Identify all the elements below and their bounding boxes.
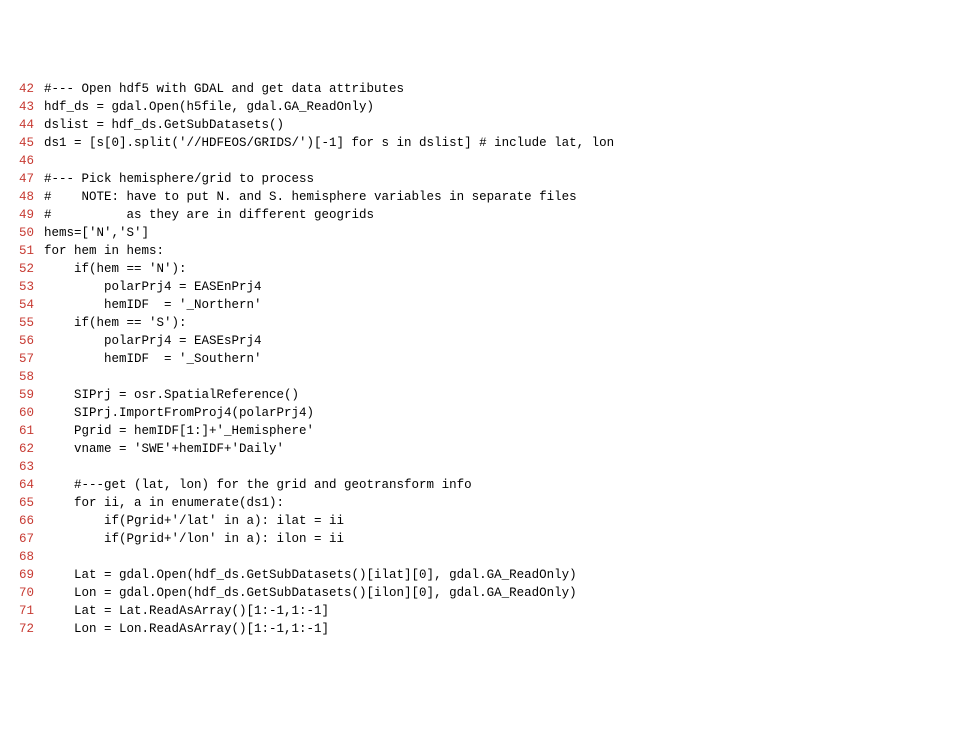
code-line: 46: [12, 152, 943, 170]
code-line: 61 Pgrid = hemIDF[1:]+'_Hemisphere': [12, 422, 943, 440]
line-text: Lat = gdal.Open(hdf_ds.GetSubDatasets()[…: [44, 566, 577, 584]
line-text: if(Pgrid+'/lon' in a): ilon = ii: [44, 530, 344, 548]
line-text: hdf_ds = gdal.Open(h5file, gdal.GA_ReadO…: [44, 98, 374, 116]
code-line: 45 ds1 = [s[0].split('//HDFEOS/GRIDS/')[-…: [12, 134, 943, 152]
line-number: 45: [12, 134, 34, 152]
code-line: 60 SIPrj.ImportFromProj4(polarPrj4): [12, 404, 943, 422]
line-text: hems=['N','S']: [44, 224, 149, 242]
code-line: 54 hemIDF = '_Northern': [12, 296, 943, 314]
code-line: 71 Lat = Lat.ReadAsArray()[1:-1,1:-1]: [12, 602, 943, 620]
line-number: 56: [12, 332, 34, 350]
line-text: for hem in hems:: [44, 242, 164, 260]
code-line: 52 if(hem == 'N'):: [12, 260, 943, 278]
line-text: for ii, a in enumerate(ds1):: [44, 494, 284, 512]
line-number: 51: [12, 242, 34, 260]
code-line: 49 # as they are in different geogrids: [12, 206, 943, 224]
line-text: SIPrj = osr.SpatialReference(): [44, 386, 299, 404]
line-number: 63: [12, 458, 34, 476]
line-number: 65: [12, 494, 34, 512]
line-number: 60: [12, 404, 34, 422]
code-line: 67 if(Pgrid+'/lon' in a): ilon = ii: [12, 530, 943, 548]
line-number: 62: [12, 440, 34, 458]
code-line: 47 #--- Pick hemisphere/grid to process: [12, 170, 943, 188]
line-text: if(hem == 'N'):: [44, 260, 187, 278]
line-number: 46: [12, 152, 34, 170]
line-number: 70: [12, 584, 34, 602]
line-number: 43: [12, 98, 34, 116]
code-line: 66 if(Pgrid+'/lat' in a): ilat = ii: [12, 512, 943, 530]
code-line: 42 #--- Open hdf5 with GDAL and get data …: [12, 80, 943, 98]
line-number: 52: [12, 260, 34, 278]
line-text: if(hem == 'S'):: [44, 314, 187, 332]
line-number: 44: [12, 116, 34, 134]
line-number: 50: [12, 224, 34, 242]
line-number: 55: [12, 314, 34, 332]
code-line: 50 hems=['N','S']: [12, 224, 943, 242]
line-number: 48: [12, 188, 34, 206]
code-line: 72 Lon = Lon.ReadAsArray()[1:-1,1:-1]: [12, 620, 943, 638]
line-number: 53: [12, 278, 34, 296]
code-line: 57 hemIDF = '_Southern': [12, 350, 943, 368]
code-line: 69 Lat = gdal.Open(hdf_ds.GetSubDatasets…: [12, 566, 943, 584]
line-text: Lon = gdal.Open(hdf_ds.GetSubDatasets()[…: [44, 584, 577, 602]
code-line: 62 vname = 'SWE'+hemIDF+'Daily': [12, 440, 943, 458]
line-number: 47: [12, 170, 34, 188]
line-text: #--- Open hdf5 with GDAL and get data at…: [44, 80, 404, 98]
line-text: #--- Pick hemisphere/grid to process: [44, 170, 314, 188]
line-text: # NOTE: have to put N. and S. hemisphere…: [44, 188, 577, 206]
line-text: polarPrj4 = EASEsPrj4: [44, 332, 262, 350]
line-number: 66: [12, 512, 34, 530]
line-number: 72: [12, 620, 34, 638]
code-line: 43 hdf_ds = gdal.Open(h5file, gdal.GA_Rea…: [12, 98, 943, 116]
line-number: 57: [12, 350, 34, 368]
line-number: 58: [12, 368, 34, 386]
line-number: 69: [12, 566, 34, 584]
line-text: Pgrid = hemIDF[1:]+'_Hemisphere': [44, 422, 314, 440]
code-line: 70 Lon = gdal.Open(hdf_ds.GetSubDatasets…: [12, 584, 943, 602]
line-number: 59: [12, 386, 34, 404]
code-line: 53 polarPrj4 = EASEnPrj4: [12, 278, 943, 296]
code-line: 64 #---get (lat, lon) for the grid and g…: [12, 476, 943, 494]
code-line: 48 # NOTE: have to put N. and S. hemisphe…: [12, 188, 943, 206]
code-line: 55 if(hem == 'S'):: [12, 314, 943, 332]
code-line: 51 for hem in hems:: [12, 242, 943, 260]
line-text: Lon = Lon.ReadAsArray()[1:-1,1:-1]: [44, 620, 329, 638]
code-block: 42 #--- Open hdf5 with GDAL and get data …: [12, 80, 943, 638]
code-line: 63: [12, 458, 943, 476]
code-line: 56 polarPrj4 = EASEsPrj4: [12, 332, 943, 350]
code-line: 65 for ii, a in enumerate(ds1):: [12, 494, 943, 512]
line-number: 54: [12, 296, 34, 314]
line-text: dslist = hdf_ds.GetSubDatasets(): [44, 116, 284, 134]
line-number: 61: [12, 422, 34, 440]
line-text: Lat = Lat.ReadAsArray()[1:-1,1:-1]: [44, 602, 329, 620]
line-number: 49: [12, 206, 34, 224]
code-line: 59 SIPrj = osr.SpatialReference(): [12, 386, 943, 404]
line-number: 67: [12, 530, 34, 548]
code-line: 58: [12, 368, 943, 386]
line-number: 68: [12, 548, 34, 566]
line-text: if(Pgrid+'/lat' in a): ilat = ii: [44, 512, 344, 530]
line-text: SIPrj.ImportFromProj4(polarPrj4): [44, 404, 314, 422]
line-text: #---get (lat, lon) for the grid and geot…: [44, 476, 472, 494]
line-number: 42: [12, 80, 34, 98]
line-text: polarPrj4 = EASEnPrj4: [44, 278, 262, 296]
line-text: hemIDF = '_Northern': [44, 296, 262, 314]
line-text: hemIDF = '_Southern': [44, 350, 262, 368]
line-text: ds1 = [s[0].split('//HDFEOS/GRIDS/')[-1]…: [44, 134, 614, 152]
line-number: 71: [12, 602, 34, 620]
line-text: # as they are in different geogrids: [44, 206, 374, 224]
code-line: 68: [12, 548, 943, 566]
code-line: 44 dslist = hdf_ds.GetSubDatasets(): [12, 116, 943, 134]
line-number: 64: [12, 476, 34, 494]
line-text: vname = 'SWE'+hemIDF+'Daily': [44, 440, 284, 458]
